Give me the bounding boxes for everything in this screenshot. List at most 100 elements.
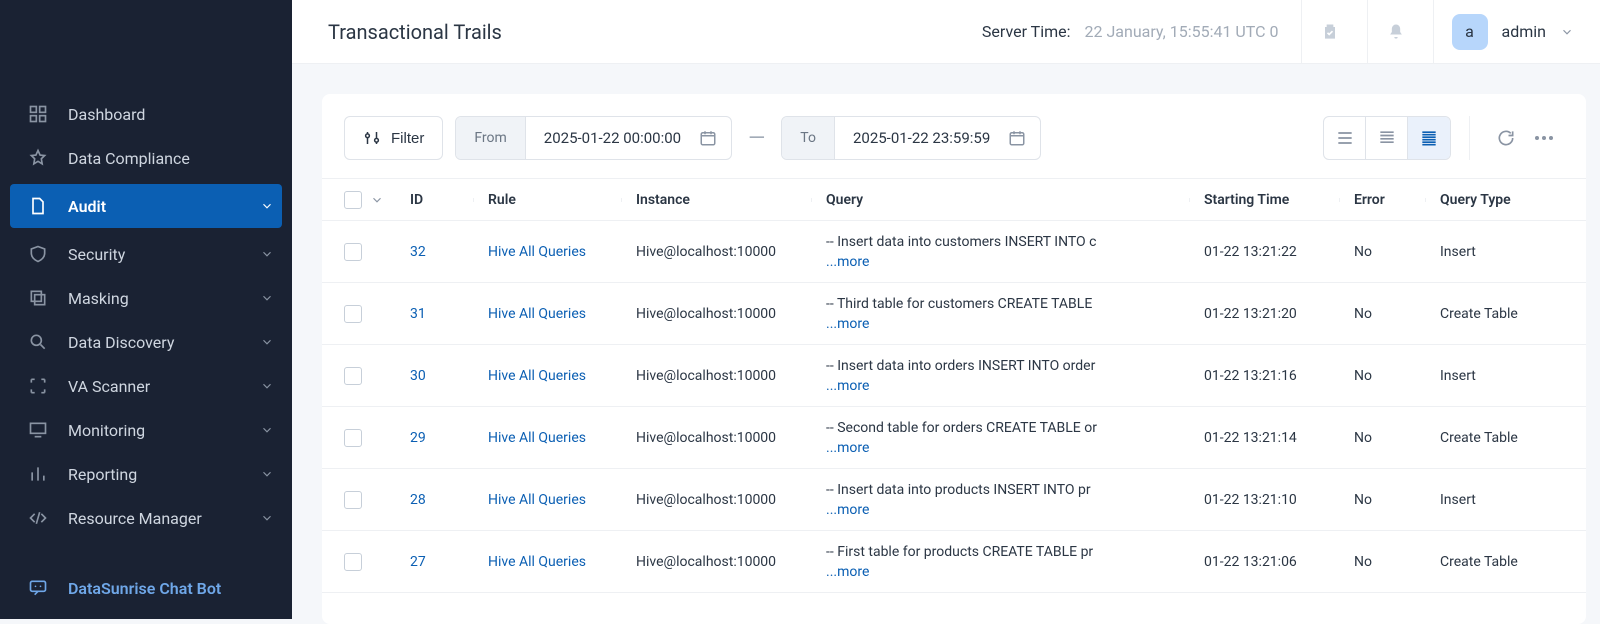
cell-rule[interactable]: Hive All Queries [474,368,622,384]
query-more-link[interactable]: ...more [826,378,1180,394]
tasks-button[interactable] [1301,0,1359,64]
cell-id[interactable]: 28 [410,492,474,508]
user-name: admin [1502,22,1546,41]
date-to-input[interactable]: To 2025-01-22 23:59:59 [781,116,1041,160]
col-header-instance[interactable]: Instance [622,192,812,208]
sidebar-item-reporting[interactable]: Reporting [0,452,292,496]
sidebar-item-label: Data Compliance [68,149,190,168]
cell-starting-time: 01-22 13:21:10 [1190,492,1340,508]
cell-query: -- Insert data into customers INSERT INT… [812,234,1190,270]
table-row[interactable]: 27Hive All QueriesHive@localhost:10000--… [322,531,1586,593]
row-checkbox[interactable] [344,243,362,261]
filter-button[interactable]: Filter [344,116,443,160]
cell-query-type: Insert [1426,244,1546,260]
cell-query: -- First table for products CREATE TABLE… [812,544,1190,580]
main: Filter From 2025-01-22 00:00:00 — To 202… [292,0,1600,619]
cell-rule[interactable]: Hive All Queries [474,554,622,570]
row-checkbox[interactable] [344,553,362,571]
sidebar-item-resource[interactable]: Resource Manager [0,496,292,540]
row-checkbox[interactable] [344,367,362,385]
col-header-id[interactable]: ID [410,192,474,208]
sidebar-item-compliance[interactable]: Data Compliance [0,136,292,180]
cell-starting-time: 01-22 13:21:16 [1190,368,1340,384]
row-checkbox[interactable] [344,429,362,447]
chevron-down-icon [260,335,274,349]
filter-icon [363,129,381,147]
cell-error: No [1340,306,1426,322]
table-row[interactable]: 28Hive All QueriesHive@localhost:10000--… [322,469,1586,531]
star-icon [26,148,50,168]
cell-instance: Hive@localhost:10000 [622,368,812,384]
cell-query-type: Create Table [1426,306,1546,322]
table-header-row: ID Rule Instance Query Starting Time Err… [322,179,1586,221]
table-row[interactable]: 32Hive All QueriesHive@localhost:10000 --… [322,221,1586,283]
view-medium-button[interactable] [1366,117,1408,159]
chevron-down-icon [1560,25,1574,39]
sidebar-item-label: Masking [68,289,129,308]
sidebar-item-chatbot[interactable]: DataSunrise Chat Bot [0,566,292,610]
sidebar-item-masking[interactable]: Masking [0,276,292,320]
sidebar-item-label: DataSunrise Chat Bot [68,579,221,598]
chevron-down-icon[interactable] [370,193,384,207]
cell-id[interactable]: 29 [410,430,474,446]
sidebar-item-label: Security [68,245,125,264]
table-row[interactable]: 31Hive All QueriesHive@localhost:10000--… [322,283,1586,345]
sidebar-item-monitoring[interactable]: Monitoring [0,408,292,452]
cell-id[interactable]: 27 [410,554,474,570]
more-actions-button[interactable] [1524,128,1564,148]
view-dense-button[interactable] [1408,117,1450,159]
calendar-icon [1008,129,1040,147]
sidebar-item-dashboard[interactable]: Dashboard [0,92,292,136]
select-all-checkbox[interactable] [344,191,362,209]
cell-rule[interactable]: Hive All Queries [474,306,622,322]
chevron-down-icon [260,247,274,261]
cell-id[interactable]: 31 [410,306,474,322]
bar-chart-icon [26,464,50,484]
table-row[interactable]: 29Hive All QueriesHive@localhost:10000--… [322,407,1586,469]
cell-starting-time: 01-22 13:21:14 [1190,430,1340,446]
query-more-link[interactable]: ...more [826,316,1180,332]
cell-id[interactable]: 32 [410,244,474,260]
col-header-error[interactable]: Error [1340,192,1426,208]
sidebar-item-discovery[interactable]: Data Discovery [0,320,292,364]
cell-instance: Hive@localhost:10000 [622,554,812,570]
cell-rule[interactable]: Hive All Queries [474,492,622,508]
chat-icon [26,578,50,598]
layers-icon [26,288,50,308]
cell-id[interactable]: 30 [410,368,474,384]
refresh-button[interactable] [1488,128,1524,148]
sidebar-item-security[interactable]: Security [0,232,292,276]
cell-error: No [1340,368,1426,384]
user-menu[interactable]: a admin [1433,0,1574,64]
sidebar-item-audit[interactable]: Audit [10,184,282,228]
date-from-input[interactable]: From 2025-01-22 00:00:00 [455,116,732,160]
cell-rule[interactable]: Hive All Queries [474,244,622,260]
query-more-link[interactable]: ...more [826,564,1180,580]
row-checkbox[interactable] [344,491,362,509]
cell-error: No [1340,554,1426,570]
sidebar-item-vascanner[interactable]: VA Scanner [0,364,292,408]
col-header-rule[interactable]: Rule [474,192,622,208]
table-row[interactable]: 30Hive All QueriesHive@localhost:10000--… [322,345,1586,407]
view-sparse-button[interactable] [1324,117,1366,159]
query-text: -- Insert data into customers INSERT INT… [826,234,1180,250]
cell-starting-time: 01-22 13:21:20 [1190,306,1340,322]
cell-rule[interactable]: Hive All Queries [474,430,622,446]
query-more-link[interactable]: ...more [826,440,1180,456]
row-checkbox[interactable] [344,305,362,323]
col-header-type[interactable]: Query Type [1426,192,1546,208]
cell-instance: Hive@localhost:10000 [622,244,812,260]
file-icon [26,196,50,216]
cell-query-type: Create Table [1426,430,1546,446]
query-more-link[interactable]: ...more [826,254,1180,270]
col-header-start[interactable]: Starting Time [1190,192,1340,208]
col-header-query[interactable]: Query [812,192,1190,208]
cell-query-type: Insert [1426,368,1546,384]
query-more-link[interactable]: ...more [826,502,1180,518]
dashboard-icon [26,104,50,124]
cell-instance: Hive@localhost:10000 [622,306,812,322]
notifications-button[interactable] [1367,0,1425,64]
chevron-down-icon [260,291,274,305]
list-sparse-icon [1335,128,1355,148]
date-range-separator: — [748,126,765,151]
